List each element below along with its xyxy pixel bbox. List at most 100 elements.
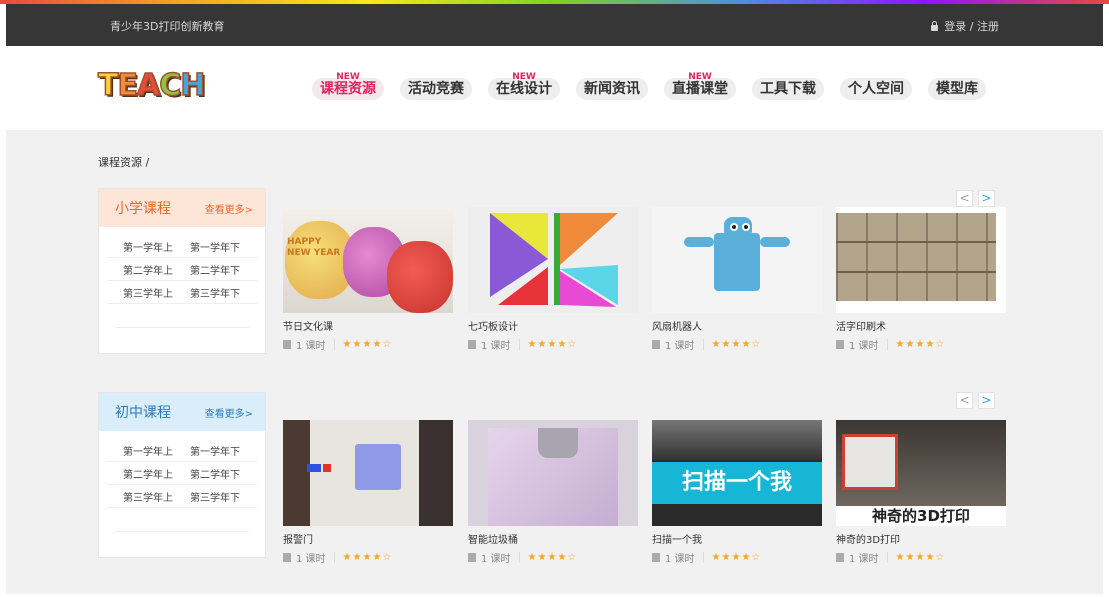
grade-link[interactable]: 第一学年下: [190, 239, 257, 254]
lesson-count: 1 课时: [296, 341, 326, 352]
logo-letter-h: H: [179, 67, 206, 104]
grade-link[interactable]: 第一学年上: [123, 239, 190, 254]
new-badge: NEW: [688, 72, 712, 82]
course-thumbnail-smart-bin[interactable]: [468, 420, 638, 526]
course-card[interactable]: 扫描一个我 扫描一个我 1 课时 ★★★★☆: [652, 420, 822, 565]
login-link[interactable]: 登录 / 注册: [930, 18, 999, 34]
grade-link[interactable]: 第一学年下: [190, 443, 257, 458]
robot-arm: [760, 237, 790, 247]
course-thumbnail-lanterns[interactable]: HAPPY NEW YEAR: [283, 207, 453, 313]
view-more-link[interactable]: 查看更多>: [205, 201, 253, 216]
grade-link[interactable]: 第三学年上: [123, 285, 190, 300]
nav-competitions[interactable]: 活动竞赛: [400, 78, 472, 100]
nav-label: 模型库: [936, 81, 978, 97]
course-meta: 1 课时 ★★★★☆: [283, 550, 453, 565]
rating-stars: ★★★★☆: [895, 339, 946, 350]
course-thumbnail-3d-printing[interactable]: 神奇的3D打印: [836, 420, 1006, 526]
book-icon: [836, 553, 844, 562]
divider: [886, 339, 888, 350]
nav-online-design[interactable]: NEW 在线设计: [488, 72, 560, 100]
grade-link[interactable]: 第二学年下: [190, 466, 257, 481]
new-badge: NEW: [336, 72, 360, 82]
course-title[interactable]: 七巧板设计: [468, 318, 638, 333]
course-title[interactable]: 风扇机器人: [652, 318, 822, 333]
nav-personal-space[interactable]: 个人空间: [840, 78, 912, 100]
course-card[interactable]: 风扇机器人 1 课时 ★★★★☆: [652, 207, 822, 352]
book-icon: [652, 340, 660, 349]
nav-news[interactable]: 新闻资讯: [576, 78, 648, 100]
grade-link[interactable]: 第三学年下: [190, 285, 257, 300]
nav-label: 工具下载: [760, 81, 816, 97]
course-card[interactable]: 活字印刷术 1 课时 ★★★★☆: [836, 207, 1006, 352]
course-thumbnail-scan-me[interactable]: 扫描一个我: [652, 420, 822, 526]
course-meta: 1 课时 ★★★★☆: [652, 550, 822, 565]
nav-label: 新闻资讯: [584, 81, 640, 97]
course-thumbnail-alarm-door[interactable]: [283, 420, 453, 526]
book-icon: [652, 553, 660, 562]
next-arrow-button[interactable]: >: [978, 392, 995, 409]
printer-shape: [842, 434, 898, 490]
lesson-count: 1 课时: [481, 554, 511, 565]
rating-stars: ★★★★☆: [711, 552, 762, 563]
course-title[interactable]: 智能垃圾桶: [468, 531, 638, 546]
course-title[interactable]: 扫描一个我: [652, 531, 822, 546]
logo-letter-e: E: [117, 67, 139, 104]
grade-link[interactable]: 第二学年下: [190, 262, 257, 277]
carousel-arrows: < >: [956, 190, 995, 207]
grade-row: 第二学年上 第二学年下: [107, 462, 257, 485]
grade-link[interactable]: 第三学年下: [190, 489, 257, 504]
nav-model-library[interactable]: 模型库: [928, 78, 986, 100]
panel-title: 初中课程: [115, 405, 171, 421]
course-card[interactable]: 七巧板设计 1 课时 ★★★★☆: [468, 207, 638, 352]
led-red: [323, 464, 331, 472]
course-title[interactable]: 报警门: [283, 531, 453, 546]
course-thumbnail-fan-robot[interactable]: [652, 207, 822, 313]
divider: [115, 304, 249, 328]
logo-letter-t: T: [97, 67, 119, 104]
course-title[interactable]: 神奇的3D打印: [836, 531, 1006, 546]
course-thumbnail-movable-type[interactable]: [836, 207, 1006, 313]
grade-list: 第一学年上 第一学年下 第二学年上 第二学年下 第三学年上 第三学年下: [99, 431, 265, 532]
panel-header: 小学课程 查看更多>: [99, 189, 265, 227]
divider: [333, 339, 335, 350]
teach-logo[interactable]: TEACH: [97, 67, 206, 104]
print-banner: 神奇的3D打印: [836, 506, 1006, 526]
next-arrow-button[interactable]: >: [978, 190, 995, 207]
robot-body: [714, 233, 760, 291]
rating-stars: ★★★★☆: [342, 339, 393, 350]
prev-arrow-button[interactable]: <: [956, 190, 973, 207]
site-name: 青少年3D打印创新教育: [110, 20, 225, 33]
lantern-shape: [387, 241, 453, 313]
nav-live-class[interactable]: NEW 直播课堂: [664, 72, 736, 100]
course-card[interactable]: HAPPY NEW YEAR 节日文化课 1 课时 ★★★★☆: [283, 207, 453, 352]
book-icon: [283, 553, 291, 562]
prev-arrow-button[interactable]: <: [956, 392, 973, 409]
robot-eye: [742, 223, 750, 231]
grade-row: 第三学年上 第三学年下: [107, 281, 257, 304]
course-title[interactable]: 节日文化课: [283, 318, 453, 333]
nav-tools-download[interactable]: 工具下载: [752, 78, 824, 100]
view-more-link[interactable]: 查看更多>: [205, 405, 253, 420]
main-nav: NEW 课程资源 活动竞赛 NEW 在线设计 新闻资讯 NEW 直播课堂 工具下载 个…: [312, 72, 986, 100]
type-grid: [836, 213, 996, 301]
grade-link[interactable]: 第二学年上: [123, 466, 190, 481]
divider: [115, 508, 249, 532]
breadcrumb: 课程资源 /: [98, 156, 150, 169]
logo-letter-a: A: [136, 67, 161, 104]
bin-slot: [538, 428, 578, 458]
grade-link[interactable]: 第一学年上: [123, 443, 190, 458]
course-card[interactable]: 报警门 1 课时 ★★★★☆: [283, 420, 453, 565]
robot-arm: [684, 237, 714, 247]
lock-icon: [930, 20, 939, 32]
scan-banner: 扫描一个我: [652, 462, 822, 504]
grade-link[interactable]: 第二学年上: [123, 262, 190, 277]
grade-row: 第二学年上 第二学年下: [107, 258, 257, 281]
grade-link[interactable]: 第三学年上: [123, 489, 190, 504]
course-thumbnail-tangram[interactable]: [468, 207, 638, 313]
tangram-image: [490, 213, 618, 307]
course-card[interactable]: 智能垃圾桶 1 课时 ★★★★☆: [468, 420, 638, 565]
course-card[interactable]: 神奇的3D打印 神奇的3D打印 1 课时 ★★★★☆: [836, 420, 1006, 565]
course-meta: 1 课时 ★★★★☆: [836, 550, 1006, 565]
nav-course-resources[interactable]: NEW 课程资源: [312, 72, 384, 100]
course-title[interactable]: 活字印刷术: [836, 318, 1006, 333]
